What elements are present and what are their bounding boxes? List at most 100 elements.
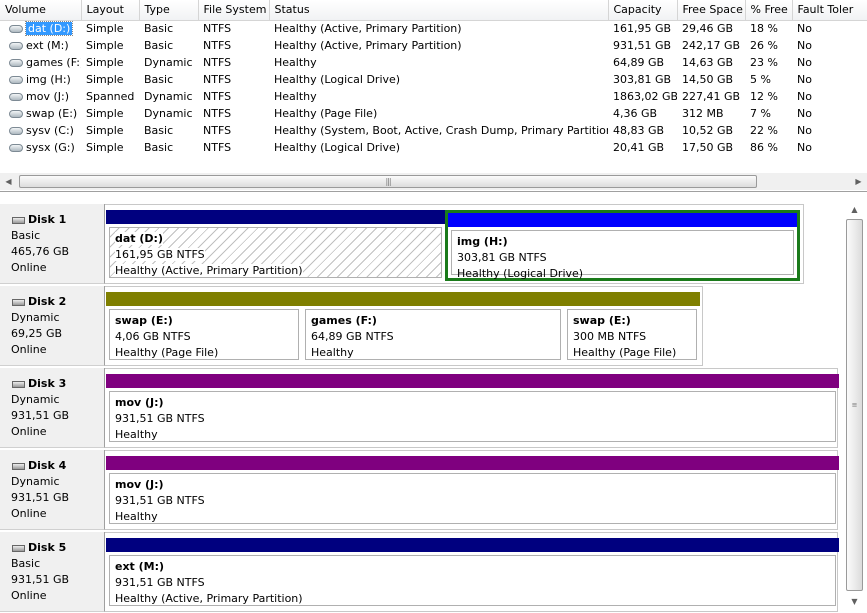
volume-name-cell[interactable]: games (F:) [0, 54, 81, 71]
disk-name: Disk 4 [28, 459, 67, 472]
volume-name-cell[interactable]: swap (E:) [0, 105, 81, 122]
disk-size: 465,76 GB [11, 245, 70, 258]
disk-label[interactable]: Disk 2 Dynamic 69,25 GB Online [0, 286, 105, 366]
volume-layout-cell: Simple [86, 141, 124, 154]
scroll-right-arrow-icon[interactable]: ▶ [850, 173, 867, 190]
column-header-free-space[interactable]: Free Space [677, 0, 746, 21]
partition-size-text: 931,51 GB NTFS [115, 494, 205, 507]
disk-size: 931,51 GB [11, 491, 70, 504]
partition-size: 64,89 GB NTFS [311, 329, 560, 345]
disk-name: Disk 3 [28, 377, 67, 390]
volume-name: img (H:) [26, 73, 71, 86]
volume-free-space-cell: 312 MB [682, 107, 724, 120]
column-header-volume[interactable]: Volume [0, 0, 82, 21]
column-header-capacity[interactable]: Capacity [608, 0, 678, 21]
partition-color-bar [106, 538, 839, 552]
partition-name: img (H:) [457, 234, 793, 250]
volume-free-space-cell: 17,50 GB [682, 141, 734, 154]
partition-size-text: 161,95 GB NTFS [115, 248, 205, 261]
volume-fault-tolerance-cell: No [797, 22, 812, 36]
volume-layout-cell: Simple [86, 73, 124, 86]
volume-fault-tolerance-cell: No [797, 56, 812, 69]
volume-file-system-cell: NTFS [203, 39, 232, 52]
volume-name-cell[interactable]: ext (M:) [0, 37, 81, 54]
volume-name-cell[interactable]: dat (D:) [0, 20, 81, 37]
vertical-scrollbar[interactable]: ▲ ≡ ▼ [842, 200, 867, 613]
volume-row[interactable]: sysx (G:) Simple Basic NTFS Healthy (Logical… [0, 139, 867, 156]
volume-row[interactable]: swap (E:) Simple Dynamic NTFS Healthy (Page … [0, 105, 867, 122]
horizontal-scroll-thumb[interactable]: ||| [19, 175, 757, 188]
partition-status-text: Healthy (Logical Drive) [457, 267, 584, 280]
partition-block[interactable]: mov (J:) 931,51 GB NTFS Healthy [106, 374, 839, 445]
disk-partition-area: mov (J:) 931,51 GB NTFS Healthy [105, 450, 839, 530]
volume-type-cell: Dynamic [144, 107, 193, 120]
disk-label[interactable]: Disk 1 Basic 465,76 GB Online [0, 204, 105, 284]
scroll-left-arrow-icon[interactable]: ◀ [0, 173, 17, 190]
volume-type-cell: Basic [144, 22, 174, 36]
volume-row[interactable]: sysv (C:) Simple Basic NTFS Healthy (System,… [0, 122, 867, 139]
partition-status: Healthy [115, 509, 835, 525]
disk-partition-area: swap (E:) 4,06 GB NTFS Healthy (Page File)… [105, 286, 703, 366]
volume-row[interactable]: dat (D:) Simple Basic NTFS Healthy (Active, … [0, 20, 867, 37]
column-header-percent-free[interactable]: % Free [745, 0, 793, 21]
volume-row[interactable]: img (H:) Simple Basic NTFS Healthy (Logical … [0, 71, 867, 88]
volume-name-wrap: ext (M:) [5, 39, 81, 52]
disk-label[interactable]: Disk 3 Dynamic 931,51 GB Online [0, 368, 105, 448]
scroll-up-arrow-icon[interactable]: ▲ [846, 201, 863, 218]
partition-size: 931,51 GB NTFS [115, 493, 835, 509]
partition-block[interactable]: dat (D:) 161,95 GB NTFS Healthy (Active, P… [106, 210, 445, 281]
volume-drive-icon [9, 126, 23, 135]
column-header-layout[interactable]: Layout [81, 0, 140, 21]
volume-name-cell[interactable]: mov (J:) [0, 88, 81, 105]
disk-size: 69,25 GB [11, 327, 63, 340]
volume-percent-free-cell: 22 % [750, 124, 778, 137]
volume-drive-icon [9, 58, 23, 67]
partition-block[interactable]: img (H:) 303,81 GB NTFS Healthy (Logical D… [445, 210, 800, 281]
volume-drive-icon [9, 143, 23, 152]
disk-state: Online [11, 261, 47, 274]
horizontal-scrollbar[interactable]: ◀ ||| ▶ [0, 173, 867, 190]
column-header-fault-tolerance[interactable]: Fault Toler [792, 0, 867, 21]
partition-size-text: 64,89 GB NTFS [311, 330, 394, 343]
volume-name-wrap: mov (J:) [5, 90, 81, 103]
volume-name-wrap: games (F:) [5, 56, 81, 69]
volume-list-pane: Volume Layout Type File System Status Ca… [0, 0, 867, 192]
partition-status: Healthy (Page File) [115, 345, 298, 361]
disk-partition-area: ext (M:) 931,51 GB NTFS Healthy (Active, P… [105, 532, 839, 612]
disk-partition-area: dat (D:) 161,95 GB NTFS Healthy (Active, P… [105, 204, 804, 284]
partition-block[interactable]: swap (E:) 4,06 GB NTFS Healthy (Page File) [106, 292, 302, 363]
partition-info: games (F:) 64,89 GB NTFS Healthy [305, 309, 561, 360]
partition-size: 931,51 GB NTFS [115, 575, 835, 591]
partition-block[interactable]: ext (M:) 931,51 GB NTFS Healthy (Active, P… [106, 538, 839, 609]
partition-name: mov (J:) [115, 395, 835, 411]
volume-file-system-cell: NTFS [203, 90, 232, 103]
column-header-file-system[interactable]: File System [198, 0, 270, 21]
volume-capacity-cell: 303,81 GB [613, 73, 672, 86]
column-header-status[interactable]: Status [269, 0, 609, 21]
volume-row[interactable]: games (F:) Simple Dynamic NTFS Healthy 64,89 … [0, 54, 867, 71]
vertical-scroll-thumb[interactable]: ≡ [846, 219, 863, 591]
volume-name-wrap: img (H:) [5, 73, 81, 86]
volume-row[interactable]: ext (M:) Simple Basic NTFS Healthy (Active, … [0, 37, 867, 54]
partition-block[interactable]: swap (E:) 300 MB NTFS Healthy (Page File) [564, 292, 700, 363]
disk-title: Disk 3 [12, 376, 104, 392]
volume-row[interactable]: mov (J:) Spanned Dynamic NTFS Healthy 1863,02… [0, 88, 867, 105]
volume-name: ext (M:) [26, 39, 69, 52]
volume-name-cell[interactable]: sysv (C:) [0, 122, 81, 139]
partition-status: Healthy (Active, Primary Partition) [115, 263, 441, 279]
disk-label[interactable]: Disk 4 Dynamic 931,51 GB Online [0, 450, 105, 530]
partition-status: Healthy [311, 345, 560, 361]
partition-block[interactable]: mov (J:) 931,51 GB NTFS Healthy [106, 456, 839, 527]
disk-row-1: Disk 1 Basic 465,76 GB Online dat (D:) 161,95… [0, 204, 842, 284]
partition-block[interactable]: games (F:) 64,89 GB NTFS Healthy [302, 292, 564, 363]
disk-size: 931,51 GB [11, 409, 70, 422]
volume-status-cell: Healthy (Active, Primary Partition) [274, 39, 462, 52]
partition-info: mov (J:) 931,51 GB NTFS Healthy [109, 391, 836, 442]
partition-name: mov (J:) [115, 477, 835, 493]
volume-percent-free-cell: 12 % [750, 90, 778, 103]
volume-name-cell[interactable]: img (H:) [0, 71, 81, 88]
disk-label[interactable]: Disk 5 Basic 931,51 GB Online [0, 532, 105, 612]
column-header-type[interactable]: Type [139, 0, 199, 21]
volume-name-cell[interactable]: sysx (G:) [0, 139, 81, 156]
scroll-down-arrow-icon[interactable]: ▼ [846, 593, 863, 610]
